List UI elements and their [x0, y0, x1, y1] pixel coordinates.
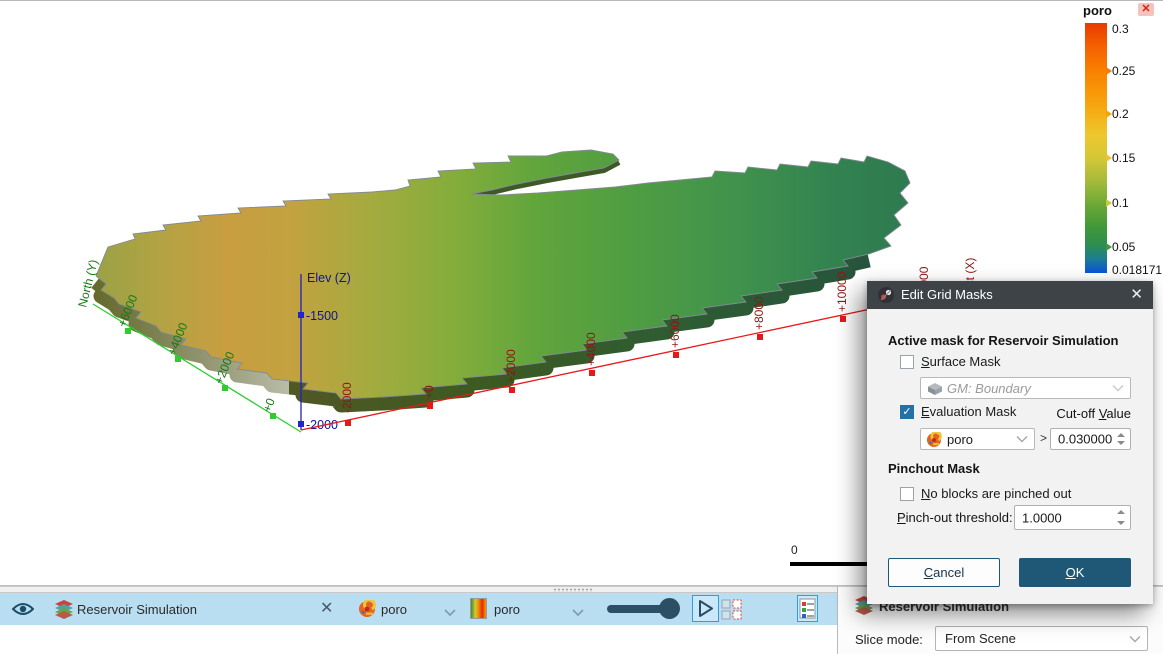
colormap-dropdown-value[interactable]: poro — [494, 602, 520, 617]
svg-text:0: 0 — [791, 543, 798, 557]
pinchout-threshold-value: 1.0000 — [1022, 510, 1062, 525]
application-window: North (Y) +6000 +4000 +2000 +0 Elev (Z) … — [0, 0, 1163, 654]
show-legend-button[interactable] — [797, 595, 818, 622]
cutoff-value-label: Cut-off Value — [1056, 406, 1131, 421]
axis-tick: +4000 — [584, 332, 598, 366]
legend-tick: 0.25 — [1112, 64, 1135, 78]
legend-tick: 0.1 — [1112, 196, 1129, 210]
axis-tick: +8000 — [752, 296, 766, 330]
attribute-dropdown-value[interactable]: poro — [381, 602, 407, 617]
axis-tick: +0 — [422, 385, 436, 399]
cancel-button[interactable]: Cancel — [888, 558, 1000, 587]
visibility-eye-icon[interactable] — [12, 601, 34, 621]
legend-tick: 0.3 — [1112, 22, 1129, 36]
slice-mode-dropdown[interactable]: From Scene — [935, 626, 1148, 651]
surface-mask-label[interactable]: Surface Mask — [921, 354, 1000, 369]
legend-tick: 0.018171 — [1112, 263, 1162, 277]
slice-mode-value: From Scene — [945, 631, 1016, 646]
show-edges-button[interactable] — [721, 599, 742, 623]
evaluation-mask-label[interactable]: Evaluation Mask — [921, 404, 1016, 419]
surface-mask-dropdown: GM: Boundary — [920, 377, 1131, 399]
colormap-icon — [470, 598, 487, 619]
pinchout-section-label: Pinchout Mask — [888, 461, 980, 476]
edit-grid-masks-dialog: Edit Grid Masks ✕ Active mask for Reserv… — [867, 281, 1153, 604]
axis-tick: -2000 — [340, 382, 354, 413]
legend-close-icon[interactable]: ✕ — [1138, 3, 1154, 16]
show-faces-button[interactable] — [692, 595, 719, 622]
evaluation-attribute-value: poro — [947, 432, 973, 447]
dialog-titlebar[interactable]: Edit Grid Masks ✕ — [867, 281, 1153, 309]
chevron-down-icon — [1112, 381, 1124, 396]
legend-tick: 0.2 — [1112, 107, 1129, 121]
axis-tick: +6000 — [668, 314, 682, 348]
active-mask-section-label: Active mask for Reservoir Simulation — [888, 333, 1118, 348]
legend-tick: 0.15 — [1112, 151, 1135, 165]
scene-object-label[interactable]: Reservoir Simulation — [77, 602, 197, 617]
shape-list-toolbar: Reservoir Simulation ✕ poro poro — [0, 593, 837, 625]
chevron-down-icon — [1016, 432, 1028, 447]
remove-object-icon[interactable]: ✕ — [320, 598, 333, 618]
spin-down-icon[interactable] — [1117, 521, 1125, 525]
evaluation-attribute-dropdown[interactable]: poro — [920, 428, 1035, 450]
pinchout-threshold-spinner[interactable]: 1.0000 — [1014, 505, 1131, 530]
evaluation-mask-checkbox[interactable]: ✓ — [900, 405, 914, 419]
surface-mask-value: GM: Boundary — [947, 381, 1031, 396]
no-blocks-pinched-label[interactable]: No blocks are pinched out — [921, 486, 1071, 501]
splitter[interactable] — [0, 586, 837, 593]
spin-down-icon[interactable] — [1117, 441, 1125, 445]
chevron-down-icon — [1129, 627, 1141, 650]
chevron-down-icon[interactable] — [444, 605, 456, 620]
spin-up-icon[interactable] — [1117, 433, 1125, 437]
elev-axis-label: Elev (Z) — [307, 271, 351, 285]
legend-tick: 0.05 — [1112, 240, 1135, 254]
cutoff-value-spinner[interactable]: 0.030000 — [1050, 428, 1131, 450]
reservoir-mesh[interactable] — [60, 150, 943, 405]
dialog-title: Edit Grid Masks — [901, 287, 993, 302]
ok-button[interactable]: OK — [1019, 558, 1131, 587]
colorbar-legend: poro 0.3 0.25 0.2 0.15 0.1 0.05 0.018171 — [1078, 1, 1163, 287]
poro-attribute-icon — [926, 432, 942, 451]
comparator-label: > — [1040, 431, 1047, 445]
axis-tick: +2000 — [504, 349, 518, 383]
axis-tick: +0 — [260, 396, 278, 414]
slice-mode-label: Slice mode: — [855, 632, 923, 647]
splitter-grip-icon[interactable] — [553, 588, 593, 592]
colorbar — [1085, 23, 1107, 273]
pinchout-threshold-label: Pinch-out threshold: — [897, 510, 1013, 525]
dialog-close-icon[interactable]: ✕ — [1130, 285, 1143, 303]
legend-title: poro — [1083, 3, 1112, 18]
grid-mask-icon — [877, 286, 895, 307]
cutoff-value: 0.030000 — [1058, 432, 1112, 447]
poro-attribute-icon — [358, 600, 376, 621]
axis-tick: +10000 — [835, 271, 849, 312]
opacity-slider-thumb[interactable] — [659, 598, 680, 619]
chevron-down-icon[interactable] — [572, 605, 584, 620]
boundary-mesh-icon — [927, 382, 943, 399]
spin-up-icon[interactable] — [1117, 510, 1125, 514]
no-blocks-pinched-checkbox[interactable] — [900, 487, 914, 501]
surface-mask-checkbox[interactable] — [900, 355, 914, 369]
axis-tick: -1500 — [306, 309, 338, 323]
block-model-icon — [54, 599, 74, 622]
